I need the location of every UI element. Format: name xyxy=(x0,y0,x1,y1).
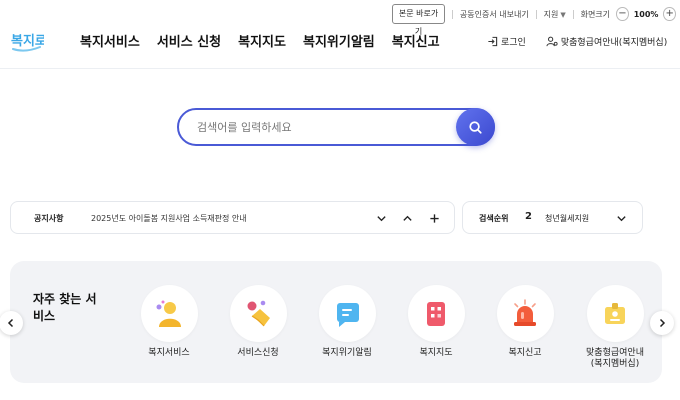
divider xyxy=(452,9,453,19)
quick-link-welfare-service[interactable]: 복지서비스 xyxy=(129,285,209,359)
chevron-down-icon xyxy=(616,215,626,221)
language-label: 지원 xyxy=(543,9,559,19)
building-icon xyxy=(427,301,445,326)
quick-link-service-apply[interactable]: 서비스신청 xyxy=(218,285,298,359)
notice-more-button[interactable] xyxy=(427,211,441,225)
search-icon xyxy=(469,120,482,134)
id-card-icon xyxy=(605,302,625,324)
frequent-services-title: 자주 찾는 서비스 xyxy=(33,292,97,323)
quick-link-label: 복지신고 xyxy=(508,348,542,358)
quick-link-circle xyxy=(318,285,376,342)
quick-link-membership[interactable]: 맞춤형급여안내 (복지멤버십) xyxy=(575,285,655,370)
membership-button[interactable]: 맞춤형급여안내(복지멤버십) xyxy=(546,35,667,48)
main-nav: 복지서비스 서비스 신청 복지지도 복지위기알림 복지신고 xyxy=(80,31,440,50)
user-gear-icon xyxy=(546,36,558,47)
quick-link-circle xyxy=(586,285,644,342)
language-select[interactable]: 지원 ▼ xyxy=(544,9,566,20)
search-rank-label: 검색순위 xyxy=(479,214,509,223)
search-bar xyxy=(177,108,495,146)
quick-link-label: 서비스신청 xyxy=(237,348,279,358)
plus-icon xyxy=(429,213,439,223)
login-icon xyxy=(488,36,498,47)
nav-item-welfare-service[interactable]: 복지서비스 xyxy=(80,31,140,50)
search-input[interactable] xyxy=(197,118,437,136)
zoom-out-button[interactable]: − xyxy=(616,7,629,21)
zoom-in-button[interactable]: + xyxy=(663,7,676,21)
quick-link-crisis-alert[interactable]: 복지위기알림 xyxy=(307,285,387,359)
quick-link-circle xyxy=(229,285,287,342)
search-rank-expand-button[interactable] xyxy=(614,211,628,225)
login-button[interactable]: 로그인 xyxy=(487,35,526,48)
divider xyxy=(572,9,574,19)
quick-link-welfare-map[interactable]: 복지지도 xyxy=(396,285,476,359)
person-icon xyxy=(156,300,181,327)
utility-bar: 본문 바로가기 공동인증서 내보내기 지원 ▼ 화면크기 − 100% + xyxy=(392,4,676,36)
quick-link-label: 복지위기알림 xyxy=(322,348,372,358)
chat-bubble-icon xyxy=(337,302,359,327)
carousel-prev-button[interactable] xyxy=(0,311,23,335)
notice-bar: 공지사항 2025년도 아이돌봄 지원사업 소득재판정 안내 xyxy=(10,201,455,234)
quick-link-circle xyxy=(496,285,554,342)
quick-link-label: 복지지도 xyxy=(419,348,453,358)
search-rank-number: 2 xyxy=(525,211,532,222)
notice-prev-button[interactable] xyxy=(400,211,414,225)
chevron-down-icon: ▼ xyxy=(560,10,566,19)
membership-label: 맞춤형급여안내(복지멤버십) xyxy=(560,38,668,48)
logo[interactable]: 복지로 xyxy=(10,26,47,54)
quick-link-label: 복지서비스 xyxy=(148,348,190,358)
hand-click-icon xyxy=(247,300,270,326)
chevron-left-icon xyxy=(7,318,14,328)
search-button[interactable] xyxy=(456,108,495,146)
zoom-label: 화면크기 xyxy=(580,9,611,19)
zoom-value: 100% xyxy=(633,9,659,19)
siren-icon xyxy=(514,298,536,326)
search-rank-widget: 검색순위 2 청년월세지원 xyxy=(462,201,643,234)
carousel-next-button[interactable] xyxy=(650,311,674,335)
notice-next-button[interactable] xyxy=(374,211,388,225)
notice-text[interactable]: 2025년도 아이돌봄 지원사업 소득재판정 안내 xyxy=(91,213,247,224)
quick-link-welfare-report[interactable]: 복지신고 xyxy=(485,285,565,359)
notice-label: 공지사항 xyxy=(34,214,64,223)
chevron-right-icon xyxy=(659,318,666,328)
nav-item-welfare-report[interactable]: 복지신고 xyxy=(392,31,440,50)
login-label: 로그인 xyxy=(501,38,526,48)
skip-to-content-button[interactable]: 본문 바로가기 xyxy=(392,4,446,36)
logo-mark-icon: 복지로 xyxy=(11,34,47,52)
quick-link-label: 맞춤형급여안내 (복지멤버십) xyxy=(586,348,644,369)
quick-link-circle xyxy=(407,285,465,342)
header-actions: 로그인 맞춤형급여안내(복지멤버십) xyxy=(487,35,667,48)
search-rank-term[interactable]: 청년월세지원 xyxy=(545,213,589,224)
header-divider xyxy=(0,68,680,69)
nav-item-welfare-map[interactable]: 복지지도 xyxy=(238,31,286,50)
chevron-down-icon xyxy=(376,215,386,221)
nav-item-crisis-alert[interactable]: 복지위기알림 xyxy=(303,31,375,50)
cert-export-link[interactable]: 공동인증서 내보내기 xyxy=(460,9,529,20)
nav-item-service-apply[interactable]: 서비스 신청 xyxy=(157,31,221,50)
quick-link-circle xyxy=(140,285,198,342)
divider xyxy=(535,9,537,19)
chevron-up-icon xyxy=(402,215,412,221)
